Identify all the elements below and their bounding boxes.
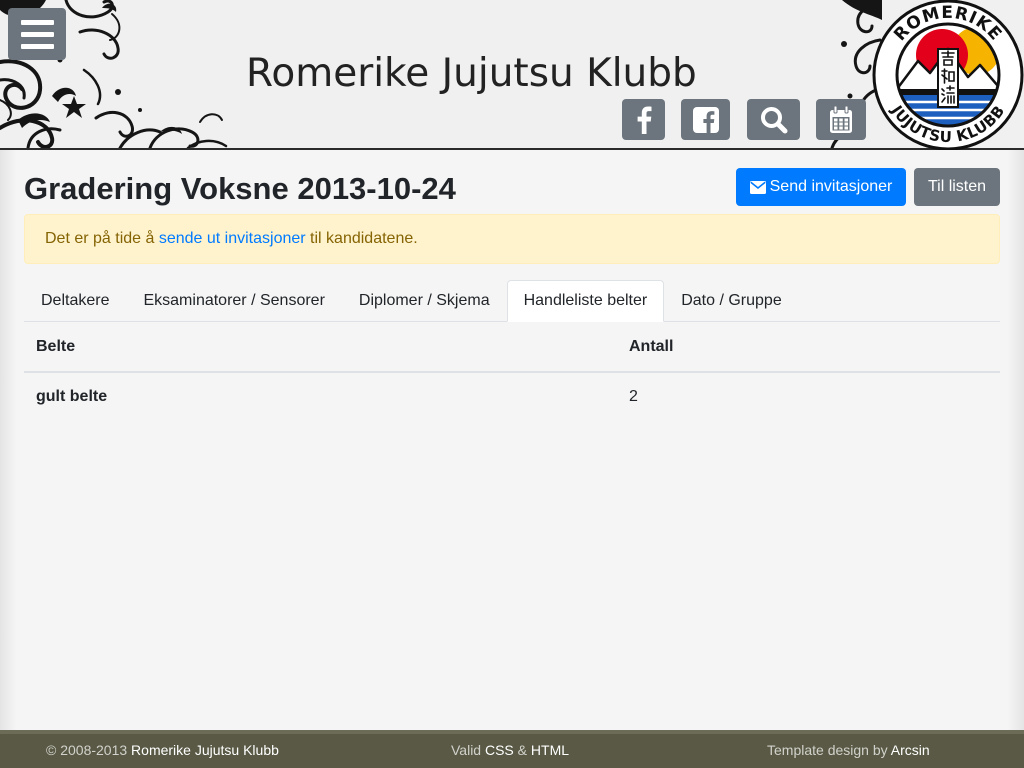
club-logo[interactable]: ROMERIKE JUJUTSU KLUBB <box>872 0 1024 151</box>
menu-button[interactable] <box>8 8 66 60</box>
tab-bar: Deltakere Eksaminatorer / Sensorer Diplo… <box>24 280 1000 322</box>
column-header-belt: Belte <box>24 323 617 373</box>
warning-alert: Det er på tide å sende ut invitasjoner t… <box>24 214 1000 264</box>
send-invitations-button[interactable]: Send invitasjoner <box>736 168 906 206</box>
footer-css-link[interactable]: CSS <box>485 742 514 758</box>
calendar-button[interactable] <box>816 99 866 140</box>
send-invitations-label: Send invitasjoner <box>769 178 893 195</box>
tab-participants[interactable]: Deltakere <box>24 280 126 322</box>
table-row: gult belte 2 <box>24 371 1000 421</box>
facebook-page-button[interactable] <box>681 99 730 140</box>
tab-belt-shopping-list[interactable]: Handleliste belter <box>506 280 665 322</box>
footer-separator: & <box>513 742 531 758</box>
calendar-icon <box>830 105 852 133</box>
back-to-list-button[interactable]: Til listen <box>914 168 1000 206</box>
footer-html-link[interactable]: HTML <box>531 742 569 758</box>
footer-designer-link[interactable]: Arcsin <box>891 742 930 758</box>
footer-template-text: Template design by <box>767 742 891 758</box>
site-header: Romerike Jujutsu Klubb <box>0 0 1024 150</box>
footer-copyright-text: © 2008-2013 <box>46 742 132 758</box>
facebook-icon <box>637 106 651 134</box>
facebook-button[interactable] <box>622 99 665 140</box>
footer-copyright: © 2008-2013 Romerike Jujutsu Klubb <box>46 734 279 767</box>
logo-emblem-lettering <box>937 48 959 108</box>
footer-validation: Valid CSS & HTML <box>451 734 569 767</box>
search-button[interactable] <box>747 99 800 140</box>
table-header-row: Belte Antall <box>24 323 1000 373</box>
site-footer: © 2008-2013 Romerike Jujutsu Klubb Valid… <box>0 730 1024 768</box>
tab-diplomas[interactable]: Diplomer / Skjema <box>342 280 507 322</box>
search-icon <box>760 106 787 133</box>
back-to-list-label: Til listen <box>927 178 987 195</box>
belt-name-cell: gult belte <box>24 371 617 421</box>
facebook-square-icon <box>692 106 719 133</box>
hamburger-menu-icon <box>20 19 54 49</box>
column-header-count: Antall <box>617 323 1000 373</box>
footer-valid-text: Valid <box>451 742 485 758</box>
page-title: Gradering Voksne 2013-10-24 <box>24 171 456 206</box>
site-title: Romerike Jujutsu Klubb <box>246 51 697 96</box>
belt-count-cell: 2 <box>617 371 1000 421</box>
send-invitations-link[interactable]: sende ut invitasjoner <box>159 230 306 247</box>
alert-text-before: Det er på tide å <box>45 230 159 247</box>
envelope-icon <box>749 180 766 194</box>
belt-table: Belte Antall gult belte 2 <box>24 323 1000 421</box>
footer-club-link[interactable]: Romerike Jujutsu Klubb <box>131 742 279 758</box>
tab-date-group[interactable]: Dato / Gruppe <box>664 280 799 322</box>
tab-examiners[interactable]: Eksaminatorer / Sensorer <box>126 280 341 322</box>
footer-credits: Template design by Arcsin <box>767 734 930 767</box>
alert-text-after: til kandidatene. <box>305 230 418 247</box>
